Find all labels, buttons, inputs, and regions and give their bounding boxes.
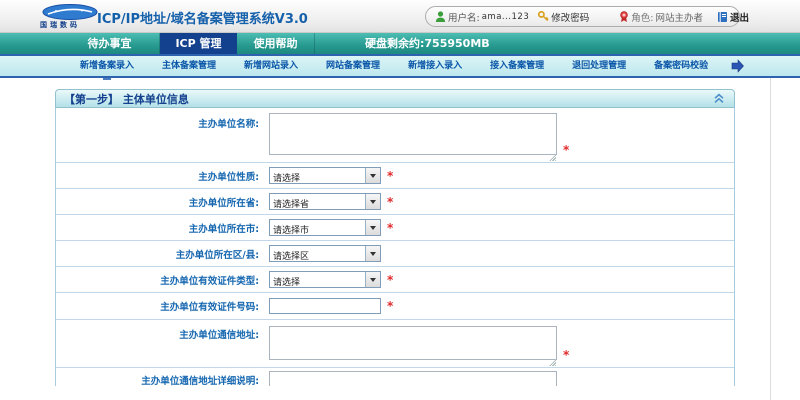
- org-cert-type-selected-value: 请选择: [273, 277, 301, 288]
- org-city-selected-value: 请选择市: [273, 225, 310, 236]
- step1-panel: 【第一步】 主体单位信息 主办单位名称: * 主办单位性质: 请选择 * 主办单…: [55, 89, 735, 386]
- main-nav-tabs: 待办事宜 ICP 管理 使用帮助: [60, 33, 315, 54]
- org-address-note-textarea[interactable]: [269, 371, 557, 386]
- field-control: [269, 320, 557, 367]
- org-district-select[interactable]: 请选择区: [269, 245, 381, 262]
- sub-nav: 新增备案录入 主体备案管理 新增网站录入 网站备案管理 新增接入录入 接入备案管理 退回处理…: [0, 56, 800, 76]
- subnav-next-arrow-icon[interactable]: [731, 59, 744, 73]
- org-district-selected-value: 请选择区: [273, 251, 310, 262]
- required-asterisk: *: [387, 299, 394, 313]
- dropdown-arrow-icon[interactable]: [365, 246, 380, 261]
- disk-space-info: 硬盘剩余约:755950MB: [365, 37, 490, 50]
- org-province-selected-value: 请选择省: [273, 199, 310, 210]
- dropdown-arrow-icon[interactable]: [365, 194, 380, 209]
- org-province-select[interactable]: 请选择省: [269, 193, 381, 210]
- form-row: 主办单位所在市: 请选择市 *: [56, 215, 734, 241]
- subnav-active-notch: [103, 78, 111, 80]
- required-asterisk: *: [387, 220, 394, 235]
- field-control: 请选择市: [269, 219, 381, 236]
- field-label: 主办单位有效证件号码:: [160, 302, 259, 313]
- field-control: 请选择省: [269, 193, 381, 210]
- dropdown-arrow-icon[interactable]: [365, 220, 380, 235]
- subnav-item-3[interactable]: 新增网站录入: [244, 56, 298, 76]
- app-window: 国瑞数码 ICP/IP地址/域名备案管理系统V3.0 用户名: ama...12…: [0, 0, 800, 400]
- page-right-edge: [770, 78, 771, 400]
- subnav-item-1[interactable]: 新增备案录入: [80, 56, 134, 76]
- resize-grip-icon[interactable]: [549, 359, 556, 366]
- main-nav: 待办事宜 ICP 管理 使用帮助 硬盘剩余约:755950MB: [0, 33, 800, 54]
- field-label: 主办单位通信地址详细说明:: [141, 376, 259, 386]
- section-header: 【第一步】 主体单位信息: [55, 89, 735, 108]
- role-value: 网站主办者: [655, 12, 703, 24]
- field-control: [269, 298, 381, 314]
- required-asterisk: *: [387, 272, 394, 287]
- field-label: 主办单位所在区/县:: [175, 249, 259, 261]
- subnav-item-2[interactable]: 主体备案管理: [162, 56, 216, 76]
- form-row: 主办单位有效证件号码: *: [56, 293, 734, 320]
- role-label: 角色:: [631, 12, 654, 24]
- app-title: ICP/IP地址/域名备案管理系统V3.0: [97, 12, 308, 27]
- form-row: 主办单位通信地址: *: [56, 320, 734, 368]
- top-header: 国瑞数码 ICP/IP地址/域名备案管理系统V3.0 用户名: ama...12…: [0, 0, 800, 33]
- field-label: 主办单位所在市:: [188, 223, 259, 235]
- nav-tab-3[interactable]: 使用帮助: [237, 33, 315, 54]
- user-icon: [435, 10, 446, 22]
- nav-divider-bottom: [0, 76, 800, 78]
- user-bar: 用户名: ama...123 修改密码 角色: 网站主办者 退出: [425, 6, 749, 27]
- form-row: 主办单位所在区/县: 请选择区: [56, 241, 734, 267]
- nav-tab-1[interactable]: 待办事宜: [60, 33, 160, 54]
- field-label: 主办单位所在省:: [188, 197, 259, 209]
- required-asterisk: *: [563, 143, 570, 157]
- nav-tab-2[interactable]: ICP 管理: [160, 33, 237, 54]
- section-title: 【第一步】 主体单位信息: [64, 92, 189, 106]
- subnav-item-6[interactable]: 接入备案管理: [490, 56, 544, 76]
- field-control: 请选择区: [269, 245, 381, 262]
- change-password-link[interactable]: 修改密码: [551, 10, 589, 24]
- org-city-select[interactable]: 请选择市: [269, 219, 381, 236]
- username-label: 用户名:: [448, 12, 480, 24]
- dropdown-arrow-icon[interactable]: [365, 272, 380, 287]
- brand-name: 国瑞数码: [40, 21, 80, 29]
- field-label: 主办单位性质:: [198, 171, 259, 183]
- subnav-item-7[interactable]: 退回处理管理: [572, 56, 626, 76]
- org-cert-number-input[interactable]: [269, 298, 381, 314]
- org-address-textarea[interactable]: [269, 326, 557, 360]
- form-rows: 主办单位名称: * 主办单位性质: 请选择 * 主办单位所在省: 请选择省 * …: [55, 108, 735, 386]
- org-nature-select[interactable]: 请选择: [269, 167, 381, 184]
- form-row: 主办单位通信地址详细说明:: [56, 368, 734, 386]
- field-label: 主办单位通信地址:: [179, 330, 259, 341]
- form-row: 主办单位所在省: 请选择省 *: [56, 189, 734, 215]
- subnav-item-8[interactable]: 备案密码校验: [654, 56, 708, 76]
- form-row: 主办单位名称: *: [56, 108, 734, 163]
- subnav-item-5[interactable]: 新增接入录入: [408, 56, 462, 76]
- required-asterisk: *: [387, 194, 394, 209]
- resize-grip-icon[interactable]: [549, 154, 556, 161]
- key-icon: [538, 11, 549, 22]
- field-control: 请选择: [269, 271, 381, 288]
- role-badge-icon: [620, 10, 629, 22]
- field-label: 主办单位名称:: [198, 119, 259, 130]
- field-control: 请选择: [269, 167, 381, 184]
- field-control: [269, 368, 557, 386]
- field-label: 主办单位有效证件类型:: [160, 275, 259, 287]
- logout-book-icon: [717, 11, 727, 22]
- username-value: ama...123: [481, 11, 530, 22]
- form-row: 主办单位性质: 请选择 *: [56, 163, 734, 189]
- form-row: 主办单位有效证件类型: 请选择 *: [56, 267, 734, 293]
- org-nature-selected-value: 请选择: [273, 173, 301, 184]
- subnav-item-4[interactable]: 网站备案管理: [326, 56, 380, 76]
- logout-button[interactable]: 退出: [730, 10, 749, 24]
- org-name-textarea[interactable]: [269, 113, 557, 155]
- org-cert-type-select[interactable]: 请选择: [269, 271, 381, 288]
- field-control: [269, 108, 557, 162]
- required-asterisk: *: [387, 168, 394, 183]
- dropdown-arrow-icon[interactable]: [365, 168, 380, 183]
- required-asterisk: *: [563, 348, 570, 362]
- collapse-chevron-icon[interactable]: [712, 93, 726, 104]
